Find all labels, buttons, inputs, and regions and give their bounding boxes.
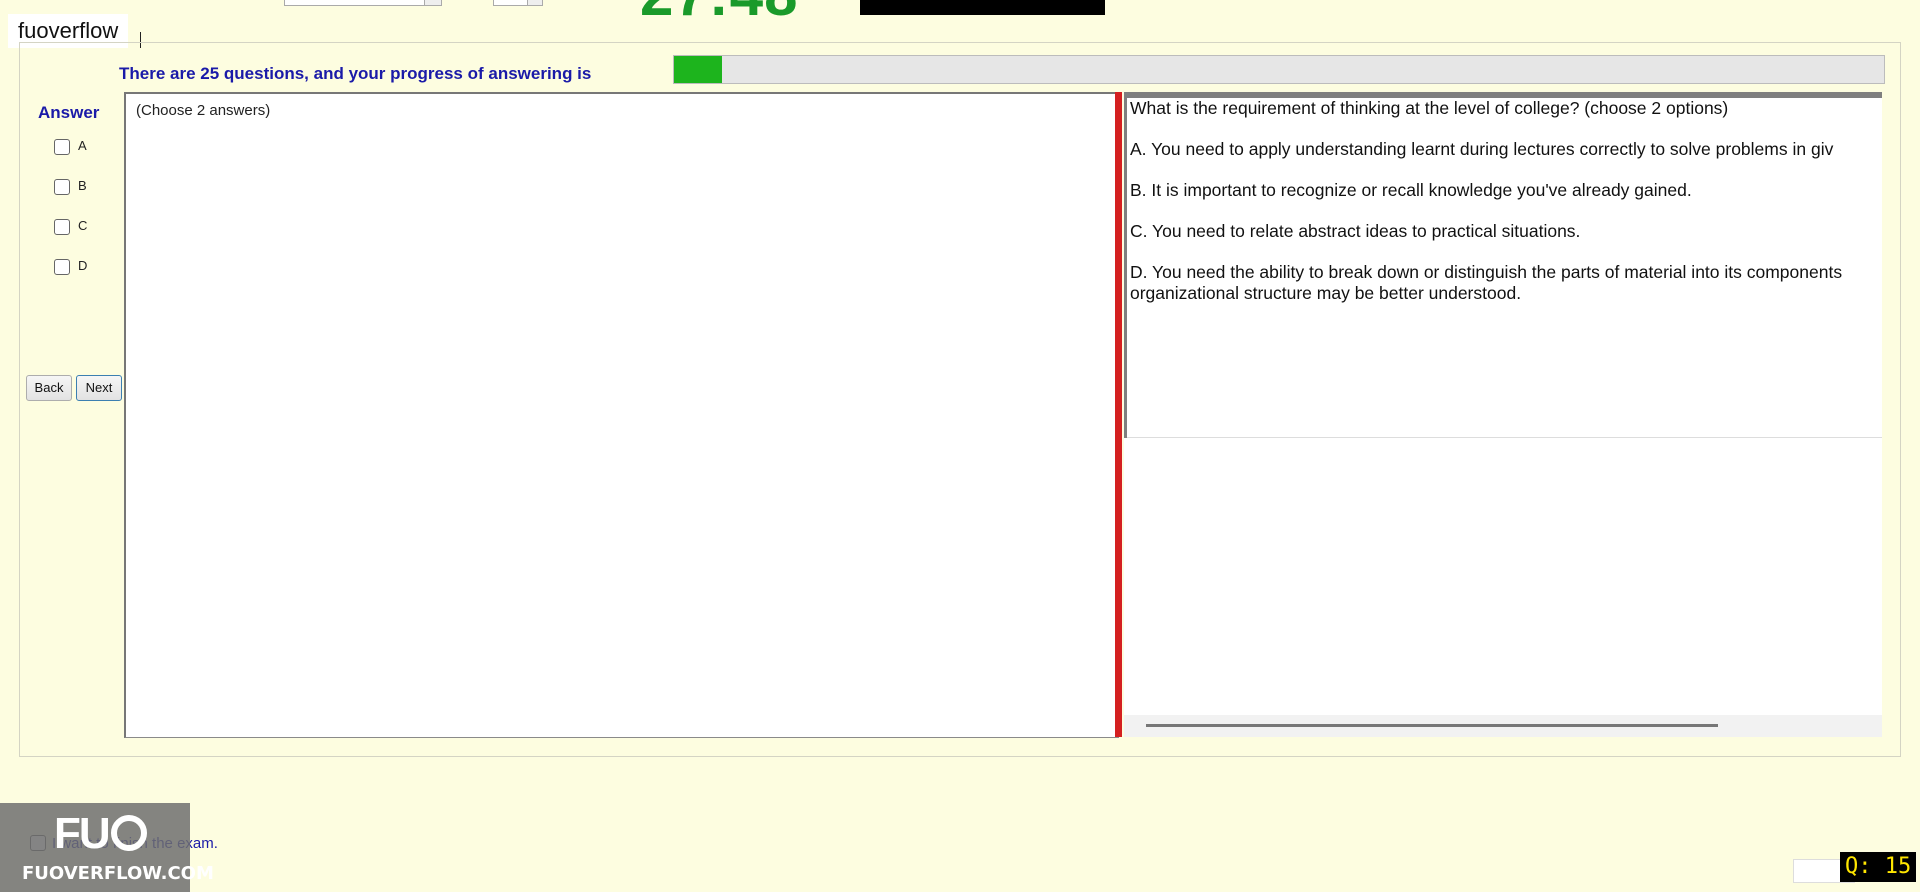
- option-c[interactable]: C: [54, 218, 114, 238]
- top-toolbar: 27:48: [0, 0, 1920, 16]
- back-button[interactable]: Back: [26, 375, 72, 401]
- choice-a: A. You need to apply understanding learn…: [1130, 139, 1834, 159]
- checkbox[interactable]: [54, 179, 70, 195]
- question-prompt: What is the requirement of thinking at t…: [1130, 98, 1729, 118]
- progress-fill: [674, 56, 723, 83]
- question-pane: What is the requirement of thinking at t…: [1124, 92, 1882, 737]
- choice-d: D. You need the ability to break down or…: [1130, 262, 1843, 282]
- fuoverflow-logo: FU FUOVERFLOW.COM: [0, 803, 214, 892]
- exam-select-combobox[interactable]: [284, 0, 442, 6]
- chevron-down-icon[interactable]: [424, 0, 441, 5]
- choice-d-continued: organizational structure may be better u…: [1130, 283, 1522, 303]
- choice-b: B. It is important to recognize or recal…: [1130, 180, 1692, 200]
- countdown-timer: 27:48: [640, 0, 798, 16]
- option-d[interactable]: D: [54, 258, 114, 278]
- checkbox[interactable]: [54, 139, 70, 155]
- horizontal-scrollbar[interactable]: [1124, 715, 1882, 737]
- option-label: D: [78, 258, 88, 273]
- answer-area[interactable]: (Choose 2 answers): [124, 92, 1119, 738]
- checkbox[interactable]: [54, 219, 70, 235]
- chevron-down-icon[interactable]: [527, 0, 542, 5]
- logo-mark-text: FU: [54, 809, 111, 858]
- choose-instruction: (Choose 2 answers): [136, 102, 271, 119]
- option-label: A: [78, 138, 87, 153]
- font-size-combobox[interactable]: [493, 0, 543, 6]
- next-button[interactable]: Next: [76, 375, 122, 401]
- choice-c: C. You need to relate abstract ideas to …: [1130, 221, 1581, 241]
- answer-title: Answer: [38, 103, 100, 122]
- progress-label: There are 25 questions, and your progres…: [119, 64, 592, 83]
- option-label: C: [78, 218, 88, 233]
- question-left-border: [1124, 98, 1127, 438]
- progress-bar: [673, 55, 1885, 84]
- option-a[interactable]: A: [54, 138, 114, 158]
- question-divider: [1127, 437, 1882, 438]
- question-counter: Q: 15: [1840, 852, 1917, 882]
- pane-splitter[interactable]: [1115, 92, 1122, 737]
- checkbox[interactable]: [54, 259, 70, 275]
- option-label: B: [78, 178, 87, 193]
- option-b[interactable]: B: [54, 178, 114, 198]
- logo-mark: FU: [54, 809, 147, 859]
- logo-text: FUOVERFLOW.COM: [22, 863, 214, 884]
- scrollbar-thumb[interactable]: [1146, 724, 1718, 727]
- redacted-box: [860, 0, 1105, 15]
